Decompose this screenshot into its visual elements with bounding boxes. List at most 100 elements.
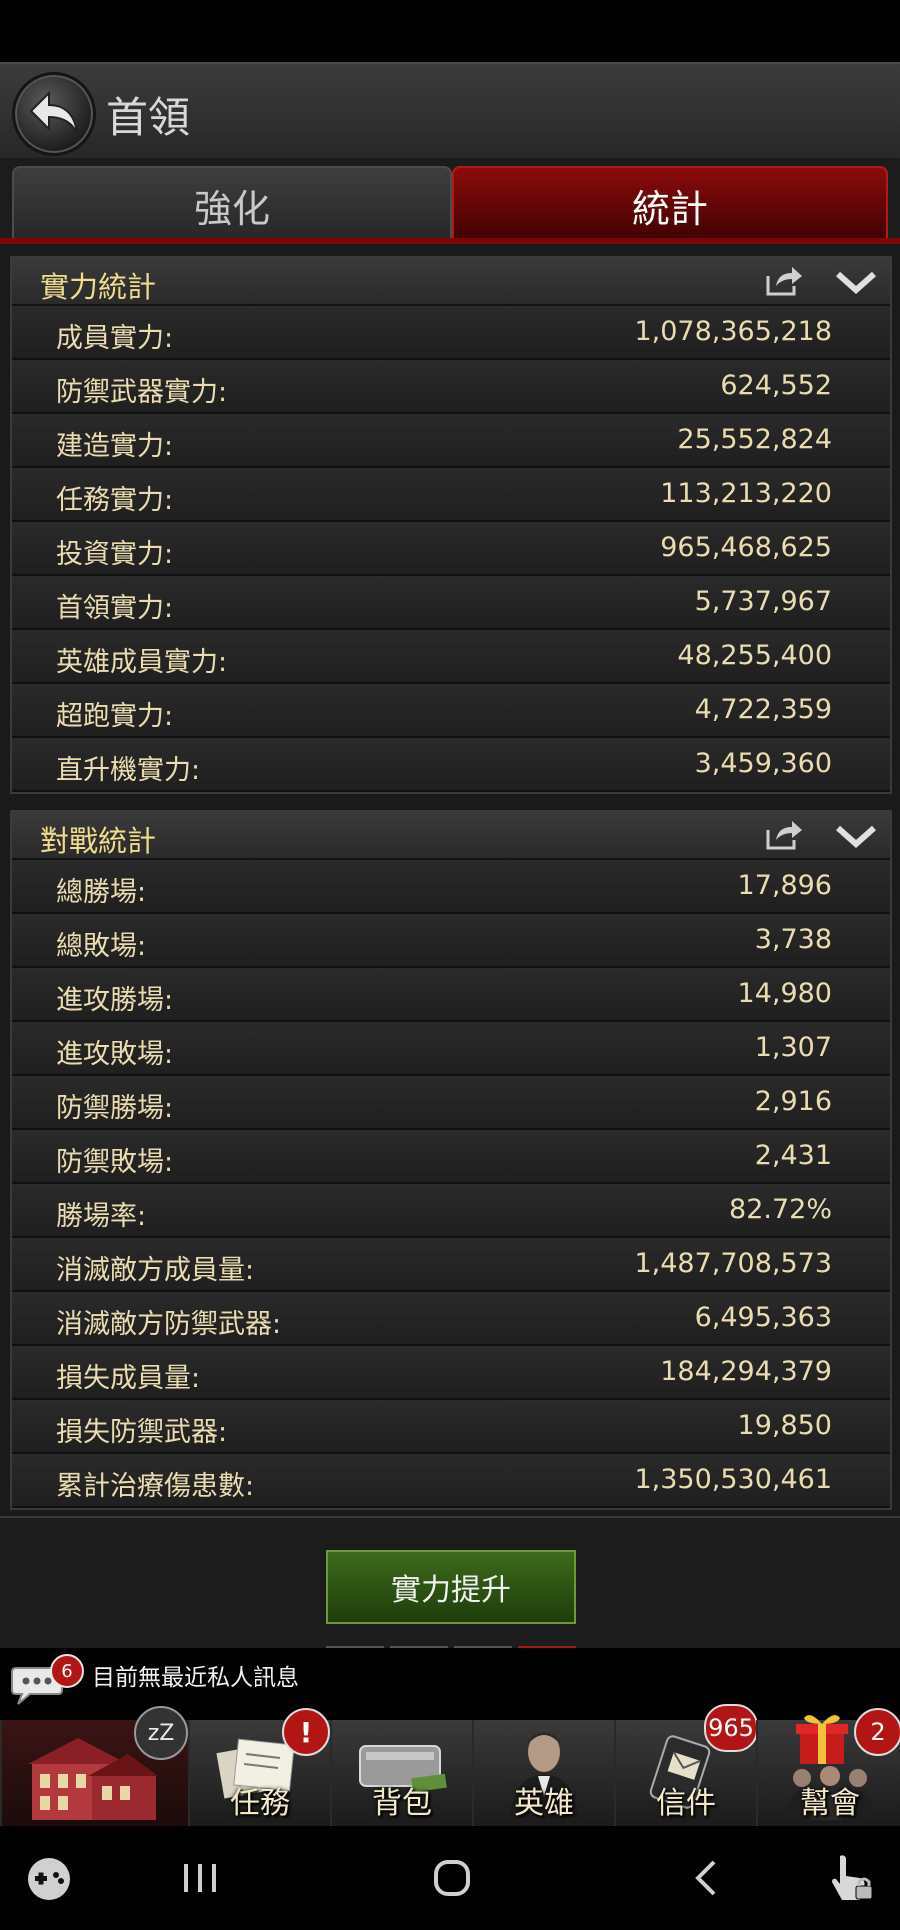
- share-icon[interactable]: [764, 818, 804, 852]
- status-bar: [0, 0, 900, 62]
- stat-value: 1,307: [754, 1032, 832, 1063]
- stat-label: 進攻敗場:: [56, 1039, 174, 1070]
- stat-row: 消滅敵方成員量: 1,487,708,573: [12, 1238, 890, 1292]
- stat-value: 624,552: [720, 370, 832, 401]
- stat-row: 首領實力: 5,737,967: [12, 576, 890, 630]
- stat-value: 4,722,359: [694, 694, 832, 725]
- header-bar: 首領: [0, 62, 900, 162]
- power-stats-title: 實力統計: [40, 270, 157, 304]
- stat-label: 防禦敗場:: [56, 1147, 174, 1178]
- stat-label: 建造實力:: [56, 431, 174, 462]
- stat-row: 消滅敵方防禦武器: 6,495,363: [12, 1292, 890, 1346]
- stat-row: 英雄成員實力: 48,255,400: [12, 630, 890, 684]
- stat-row: 建造實力: 25,552,824: [12, 414, 890, 468]
- stat-label: 進攻勝場:: [56, 985, 174, 1016]
- stat-label: 英雄成員實力:: [56, 647, 228, 678]
- nav-heroes-label: 英雄: [514, 1786, 574, 1821]
- nav-bag-label: 背包: [372, 1786, 432, 1821]
- stat-label: 總敗場:: [56, 931, 147, 962]
- power-upgrade-button[interactable]: 實力提升: [326, 1550, 576, 1624]
- touch-lock-icon[interactable]: [826, 1852, 876, 1902]
- tab-statistics[interactable]: 統計: [452, 166, 888, 244]
- stat-value: 2,916: [754, 1086, 832, 1117]
- nav-mail[interactable]: 965 信件: [614, 1704, 758, 1826]
- stat-value: 2,431: [754, 1140, 832, 1171]
- stat-row: 勝場率: 82.72%: [12, 1184, 890, 1238]
- stat-label: 總勝場:: [56, 877, 147, 908]
- message-text: 目前無最近私人訊息: [92, 1665, 299, 1691]
- footer-panel: 實力提升: [0, 1516, 900, 1648]
- stat-row: 成員實力: 1,078,365,218: [12, 306, 890, 360]
- stat-label: 消滅敵方防禦武器:: [56, 1309, 282, 1340]
- nav-tasks[interactable]: ! 任務: [188, 1708, 330, 1826]
- stat-row: 進攻敗場: 1,307: [12, 1022, 890, 1076]
- bottom-nav: zZ ! 任務 背包 英雄 965 信件 2 幫會: [0, 1704, 900, 1826]
- stat-label: 損失防禦武器:: [56, 1417, 228, 1448]
- stat-value: 6,495,363: [694, 1302, 832, 1333]
- stat-label: 超跑實力:: [56, 701, 174, 732]
- tab-bar: 強化 統計: [0, 158, 900, 244]
- stat-row: 投資實力: 965,468,625: [12, 522, 890, 576]
- battle-stats-section: 對戰統計 總勝場: 17,896 總敗場: 3,738 進攻勝場: 14,980 進攻…: [10, 810, 892, 1510]
- chevron-down-icon[interactable]: [836, 824, 876, 848]
- nav-hq[interactable]: zZ: [0, 1706, 188, 1826]
- share-icon[interactable]: [764, 264, 804, 298]
- power-stats-header[interactable]: 實力統計: [12, 258, 890, 306]
- battle-stats-header[interactable]: 對戰統計: [12, 812, 890, 860]
- stat-value: 113,213,220: [660, 478, 832, 509]
- stat-label: 消滅敵方成員量:: [56, 1255, 255, 1286]
- stat-row: 損失成員量: 184,294,379: [12, 1346, 890, 1400]
- nav-guild-label: 幫會: [800, 1786, 860, 1821]
- stat-value: 14,980: [737, 978, 832, 1009]
- tab-enhance[interactable]: 強化: [12, 166, 452, 244]
- stat-value: 25,552,824: [677, 424, 832, 455]
- stat-value: 48,255,400: [677, 640, 832, 671]
- chevron-down-icon[interactable]: [836, 270, 876, 294]
- battle-stats-title: 對戰統計: [40, 824, 157, 858]
- stat-label: 累計治療傷患數:: [56, 1471, 255, 1502]
- system-nav-bar: [0, 1826, 900, 1930]
- message-bar[interactable]: 6 目前無最近私人訊息: [0, 1648, 900, 1720]
- stat-row: 總勝場: 17,896: [12, 860, 890, 914]
- nav-bag[interactable]: 背包: [330, 1720, 472, 1826]
- stat-label: 首領實力:: [56, 593, 174, 624]
- stat-label: 損失成員量:: [56, 1363, 201, 1394]
- home-icon[interactable]: [432, 1858, 472, 1898]
- back-button[interactable]: [12, 72, 96, 156]
- stat-row: 防禦武器實力: 624,552: [12, 360, 890, 414]
- nav-mail-label: 信件: [656, 1786, 716, 1821]
- nav-guild[interactable]: 2 幫會: [756, 1708, 900, 1826]
- stat-row: 防禦勝場: 2,916: [12, 1076, 890, 1130]
- stat-label: 任務實力:: [56, 485, 174, 516]
- stat-value: 82.72%: [729, 1194, 832, 1225]
- stat-value: 1,078,365,218: [634, 316, 832, 347]
- gift-box-icon: [796, 1715, 848, 1764]
- stat-row: 總敗場: 3,738: [12, 914, 890, 968]
- stat-label: 成員實力:: [56, 323, 174, 354]
- sleep-badge: zZ: [134, 1706, 188, 1760]
- mail-count-badge: 965: [704, 1704, 758, 1752]
- page-title: 首領: [106, 93, 191, 142]
- game-controller-icon[interactable]: [26, 1856, 72, 1902]
- stat-value: 5,737,967: [694, 586, 832, 617]
- stat-row: 防禦敗場: 2,431: [12, 1130, 890, 1184]
- stat-row: 直升機實力: 3,459,360: [12, 738, 890, 792]
- stat-row: 損失防禦武器: 19,850: [12, 1400, 890, 1454]
- power-stats-section: 實力統計 成員實力: 1,078,365,218 防禦武器實力: 624,552 建…: [10, 256, 892, 794]
- stat-value: 3,738: [754, 924, 832, 955]
- stat-value: 1,487,708,573: [634, 1248, 832, 1279]
- stat-label: 防禦勝場:: [56, 1093, 174, 1124]
- stat-label: 投資實力:: [56, 539, 174, 570]
- nav-heroes[interactable]: 英雄: [472, 1720, 614, 1826]
- stat-row: 任務實力: 113,213,220: [12, 468, 890, 522]
- guild-count-badge: 2: [854, 1708, 900, 1756]
- recent-apps-icon[interactable]: [180, 1860, 220, 1896]
- alert-badge: !: [282, 1708, 330, 1756]
- stat-label: 勝場率:: [56, 1201, 147, 1232]
- back-nav-icon[interactable]: [690, 1858, 720, 1898]
- stat-value: 184,294,379: [660, 1356, 832, 1387]
- stat-row: 超跑實力: 4,722,359: [12, 684, 890, 738]
- stat-label: 直升機實力:: [56, 755, 201, 786]
- stat-row: 累計治療傷患數: 1,350,530,461: [12, 1454, 890, 1508]
- stats-content[interactable]: 實力統計 成員實力: 1,078,365,218 防禦武器實力: 624,552 建…: [0, 244, 900, 1516]
